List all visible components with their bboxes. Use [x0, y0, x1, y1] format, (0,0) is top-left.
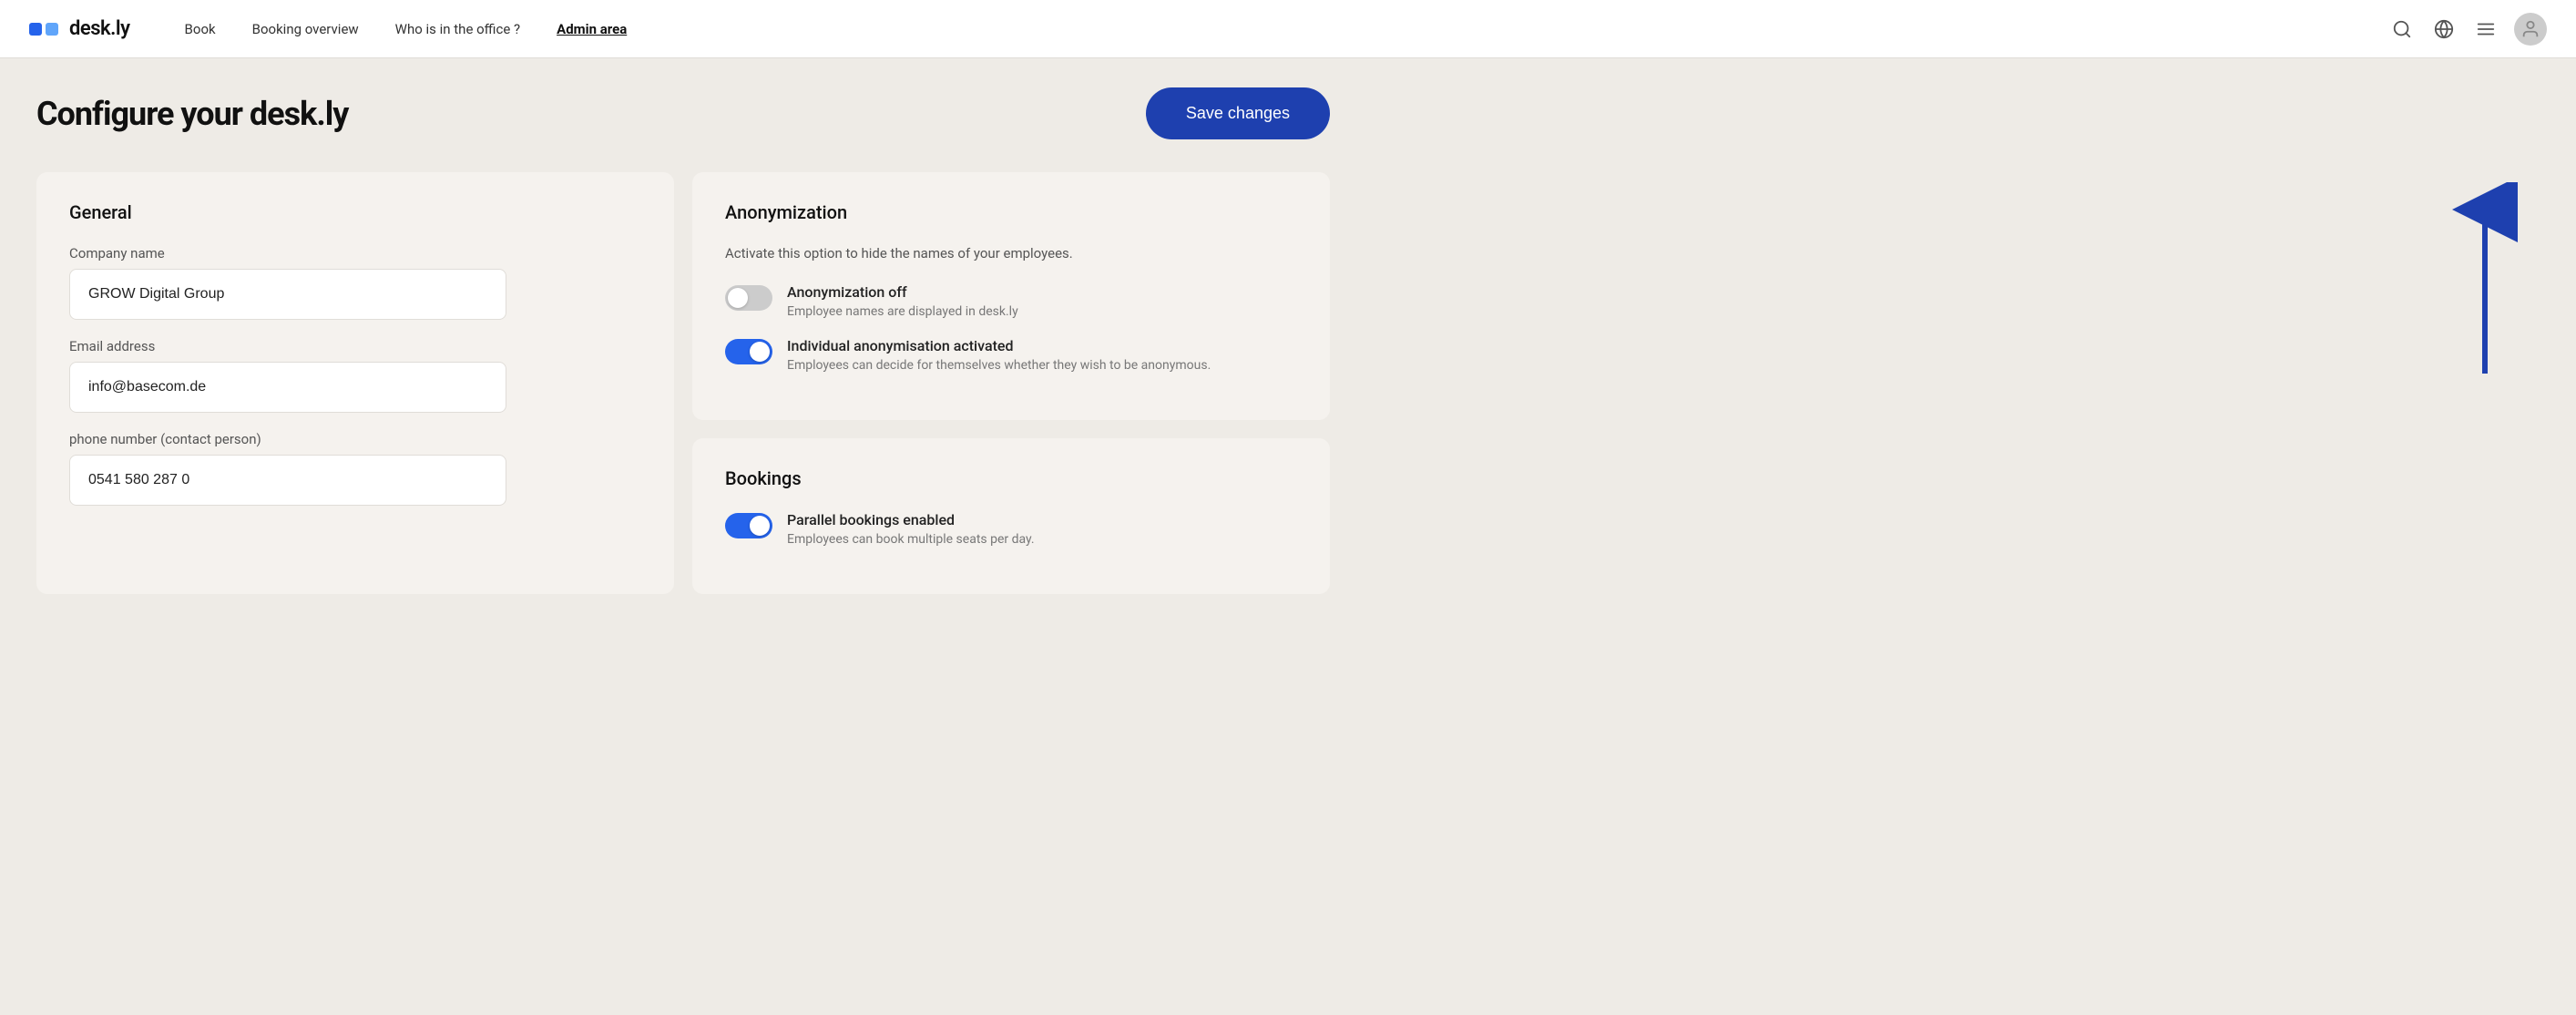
anonymization-section-title: Anonymization	[725, 201, 1297, 223]
parallel-bookings-thumb	[750, 516, 770, 536]
bookings-card: Bookings Parallel bookings enabled Emplo…	[692, 438, 1330, 594]
anon-off-title: Anonymization off	[787, 283, 1297, 301]
logo-link[interactable]: desk.ly	[29, 17, 130, 40]
nav-admin-area[interactable]: Admin area	[538, 0, 645, 58]
page-title: Configure your desk.ly	[36, 95, 348, 133]
general-card: General Company name Email address phone…	[36, 172, 674, 594]
anon-off-labels: Anonymization off Employee names are dis…	[787, 283, 1297, 319]
anon-off-desc: Employee names are displayed in desk.ly	[787, 304, 1297, 319]
parallel-bookings-row: Parallel bookings enabled Employees can …	[725, 511, 1297, 547]
page-header: Configure your desk.ly Save changes	[36, 87, 1330, 139]
anon-individual-title: Individual anonymisation activated	[787, 337, 1297, 354]
arrow-indicator	[2448, 182, 2521, 386]
save-changes-button[interactable]: Save changes	[1146, 87, 1330, 139]
anonymization-description: Activate this option to hide the names o…	[725, 245, 1297, 261]
phone-label: phone number (contact person)	[69, 431, 641, 447]
nav-right	[2388, 13, 2547, 46]
globe-icon	[2434, 19, 2454, 39]
main-content: Configure your desk.ly Save changes Gene…	[0, 58, 1366, 623]
nav-booking-overview[interactable]: Booking overview	[234, 0, 377, 58]
globe-button[interactable]	[2430, 15, 2458, 43]
anon-individual-desc: Employees can decide for themselves whet…	[787, 358, 1297, 373]
anon-individual-toggle[interactable]	[725, 339, 772, 364]
right-column: Anonymization Activate this option to hi…	[692, 172, 1330, 594]
parallel-bookings-title: Parallel bookings enabled	[787, 511, 1297, 528]
user-icon	[2520, 19, 2540, 39]
anon-individual-labels: Individual anonymisation activated Emplo…	[787, 337, 1297, 373]
company-name-input[interactable]	[69, 269, 506, 320]
parallel-bookings-desc: Employees can book multiple seats per da…	[787, 532, 1297, 547]
general-section-title: General	[69, 201, 641, 223]
cards-grid: General Company name Email address phone…	[36, 172, 1330, 594]
menu-button[interactable]	[2472, 15, 2499, 43]
logo-icon	[29, 18, 62, 40]
anon-off-toggle[interactable]	[725, 285, 772, 311]
search-button[interactable]	[2388, 15, 2416, 43]
bookings-section-title: Bookings	[725, 467, 1297, 489]
search-icon	[2392, 19, 2412, 39]
anonymization-card: Anonymization Activate this option to hi…	[692, 172, 1330, 420]
phone-input[interactable]	[69, 455, 506, 506]
menu-icon	[2476, 19, 2496, 39]
anon-off-row: Anonymization off Employee names are dis…	[725, 283, 1297, 319]
navbar: desk.ly Book Booking overview Who is in …	[0, 0, 2576, 58]
email-label: Email address	[69, 338, 641, 354]
nav-links: Book Booking overview Who is in the offi…	[167, 0, 2388, 58]
arrow-svg	[2448, 182, 2521, 383]
parallel-bookings-toggle[interactable]	[725, 513, 772, 538]
nav-who-is-in-office[interactable]: Who is in the office ?	[377, 0, 538, 58]
nav-book[interactable]: Book	[167, 0, 234, 58]
parallel-bookings-labels: Parallel bookings enabled Employees can …	[787, 511, 1297, 547]
anon-off-thumb	[728, 288, 748, 308]
anon-individual-thumb	[750, 342, 770, 362]
user-avatar[interactable]	[2514, 13, 2547, 46]
company-name-label: Company name	[69, 245, 641, 261]
email-input[interactable]	[69, 362, 506, 413]
brand-name: desk.ly	[69, 17, 130, 40]
anon-individual-row: Individual anonymisation activated Emplo…	[725, 337, 1297, 373]
